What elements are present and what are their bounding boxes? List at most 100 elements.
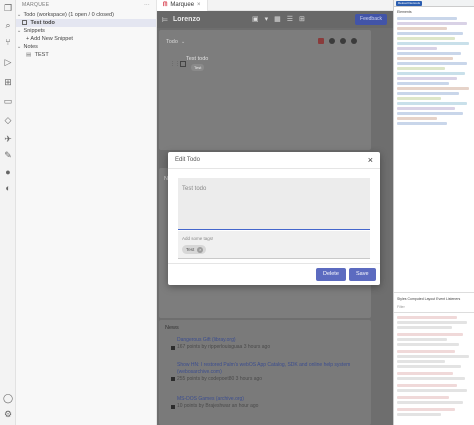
add-snippet-row[interactable]: + Add New Snippet bbox=[16, 35, 156, 43]
dom-line bbox=[397, 27, 447, 30]
search-icon[interactable]: ⌕ bbox=[3, 20, 13, 30]
tags-field[interactable]: Add some tags! Test × bbox=[178, 231, 370, 259]
sidebar-title: MARQUEE bbox=[22, 2, 50, 8]
style-rule-line bbox=[397, 408, 455, 411]
style-rule-line bbox=[397, 413, 441, 416]
bird-icon[interactable]: ✈ bbox=[3, 134, 13, 144]
tags-placeholder: Add some tags! bbox=[182, 236, 214, 241]
snippets-section-header[interactable]: ⌄ Snippets bbox=[16, 27, 156, 35]
news-item[interactable]: Show HN: I restored Palm's webOS App Cat… bbox=[171, 362, 372, 383]
delete-button[interactable]: Delete bbox=[316, 268, 346, 281]
note-icon: ▤ bbox=[26, 52, 32, 58]
dom-line bbox=[397, 107, 455, 110]
news-item-title[interactable]: Dangerous Gift (libray.org) bbox=[177, 337, 372, 344]
close-icon[interactable]: × bbox=[368, 155, 373, 165]
style-rule-line bbox=[397, 360, 445, 363]
app-bar: ⊨ Lorenzo ▣ ▾ ▦ ☰ ⊞ Feedback bbox=[157, 11, 393, 28]
flag-icon[interactable] bbox=[318, 38, 324, 44]
style-rule-line bbox=[397, 333, 463, 336]
todo-section-label: Todo (workspace) (1 open / 0 closed) bbox=[23, 12, 114, 18]
extensions-icon[interactable]: ⊞ bbox=[3, 77, 13, 87]
todo-item-tag: Test bbox=[191, 64, 205, 71]
dom-line bbox=[397, 62, 467, 65]
style-rule-line bbox=[397, 321, 467, 324]
todo-widget-actions bbox=[318, 38, 357, 44]
notes-section-header[interactable]: ⌄ Notes bbox=[16, 43, 156, 51]
dialog-footer: Delete Save bbox=[168, 263, 380, 285]
todo-widget: Todo ⌄ ⋮⋮ Test todo Test bbox=[159, 30, 371, 150]
style-rule-line bbox=[397, 372, 453, 375]
dropdown-icon[interactable]: ▾ bbox=[265, 15, 269, 23]
reload-devtools-button[interactable]: Reload Devtools bbox=[396, 1, 423, 6]
docker-icon[interactable]: ◇ bbox=[3, 115, 13, 125]
globe-icon[interactable]: ◐ bbox=[3, 183, 13, 193]
run-debug-icon[interactable]: ▷ bbox=[3, 57, 13, 67]
feedback-button[interactable]: Feedback bbox=[355, 14, 387, 25]
dom-line bbox=[397, 117, 437, 120]
todo-section-header[interactable]: ⌄ Todo (workspace) (1 open / 0 closed) bbox=[16, 11, 156, 19]
style-rule-line bbox=[397, 355, 469, 358]
grid-icon[interactable]: ⊞ bbox=[299, 15, 305, 23]
drag-handle-icon[interactable]: ⋮⋮ bbox=[170, 61, 180, 67]
checkbox-icon[interactable] bbox=[22, 20, 27, 25]
note-item-row[interactable]: ▤ TEST bbox=[16, 51, 156, 59]
add-icon[interactable] bbox=[329, 38, 335, 44]
marquee-icon[interactable]: ✎ bbox=[3, 150, 13, 160]
dom-line bbox=[397, 32, 463, 35]
dom-line bbox=[397, 17, 457, 20]
filter-icon[interactable] bbox=[340, 38, 346, 44]
list-icon[interactable]: ☰ bbox=[287, 15, 293, 23]
briefcase-icon[interactable]: ▣ bbox=[252, 15, 259, 23]
remote-icon[interactable]: ▭ bbox=[3, 96, 13, 106]
style-rule-line bbox=[397, 384, 457, 387]
delete-label: Delete bbox=[323, 271, 339, 277]
news-item[interactable]: MS-DOS Games (archive.org) 10 points by … bbox=[171, 396, 372, 410]
source-control-icon[interactable]: ⑂ bbox=[3, 37, 13, 47]
more-icon[interactable] bbox=[351, 38, 357, 44]
panel-divider bbox=[394, 292, 474, 293]
news-widget: News Dangerous Gift (libray.org) 167 poi… bbox=[159, 320, 371, 425]
menu-icon[interactable]: ⊨ bbox=[162, 16, 170, 24]
dom-line bbox=[397, 52, 461, 55]
more-actions-icon[interactable]: ··· bbox=[144, 2, 150, 9]
dom-line bbox=[397, 112, 463, 115]
todo-text-field[interactable]: Test todo bbox=[178, 178, 370, 230]
dom-line bbox=[397, 47, 437, 50]
bullet-icon bbox=[171, 377, 175, 381]
style-rule-line bbox=[397, 316, 457, 319]
dom-line bbox=[397, 77, 457, 80]
devtools-panel: Reload Devtools Elements Styles Computed… bbox=[393, 0, 474, 425]
styles-tab-strip[interactable]: Styles Computed Layout Event Listeners bbox=[397, 297, 460, 301]
chevron-down-icon[interactable]: ⌄ bbox=[181, 39, 185, 45]
news-item[interactable]: Dangerous Gift (libray.org) 167 points b… bbox=[171, 337, 372, 351]
circle-icon[interactable]: ● bbox=[3, 167, 13, 177]
activity-bar: ❐ ⌕ ⑂ ▷ ⊞ ▭ ◇ ✈ ✎ ● ◐ ◯ ⚙ bbox=[0, 0, 16, 425]
news-item-title[interactable]: Show HN: I restored Palm's webOS App Cat… bbox=[177, 362, 372, 376]
todo-item-label: Test todo bbox=[30, 20, 55, 26]
tag-chip[interactable]: Test × bbox=[182, 245, 207, 254]
layout-icon[interactable]: ▦ bbox=[274, 15, 281, 23]
dom-line bbox=[397, 87, 469, 90]
style-rule-line bbox=[397, 338, 447, 341]
bullet-icon bbox=[171, 346, 175, 350]
dom-line bbox=[397, 37, 455, 40]
feedback-label: Feedback bbox=[360, 16, 382, 22]
dom-line bbox=[397, 92, 459, 95]
dom-line bbox=[397, 42, 469, 45]
remove-tag-icon[interactable]: × bbox=[197, 246, 204, 253]
settings-gear-icon[interactable]: ⚙ bbox=[3, 409, 13, 419]
explorer-icon[interactable]: ❐ bbox=[3, 3, 13, 13]
news-item-title[interactable]: MS-DOS Games (archive.org) bbox=[177, 396, 372, 403]
dom-line bbox=[397, 72, 465, 75]
style-rule-line bbox=[397, 350, 455, 353]
styles-filter-input[interactable]: Filter bbox=[397, 305, 405, 309]
panel-divider bbox=[394, 312, 474, 313]
close-icon[interactable]: × bbox=[197, 2, 201, 8]
todo-item-row[interactable]: Test todo bbox=[16, 19, 156, 27]
elements-tab[interactable]: Elements bbox=[397, 10, 412, 14]
tab-marquee[interactable]: ᗰ Marquee × bbox=[157, 0, 208, 11]
save-button[interactable]: Save bbox=[349, 268, 376, 281]
style-rule-line bbox=[397, 365, 461, 368]
workspace-name: Lorenzo bbox=[173, 16, 201, 23]
account-icon[interactable]: ◯ bbox=[3, 393, 13, 403]
